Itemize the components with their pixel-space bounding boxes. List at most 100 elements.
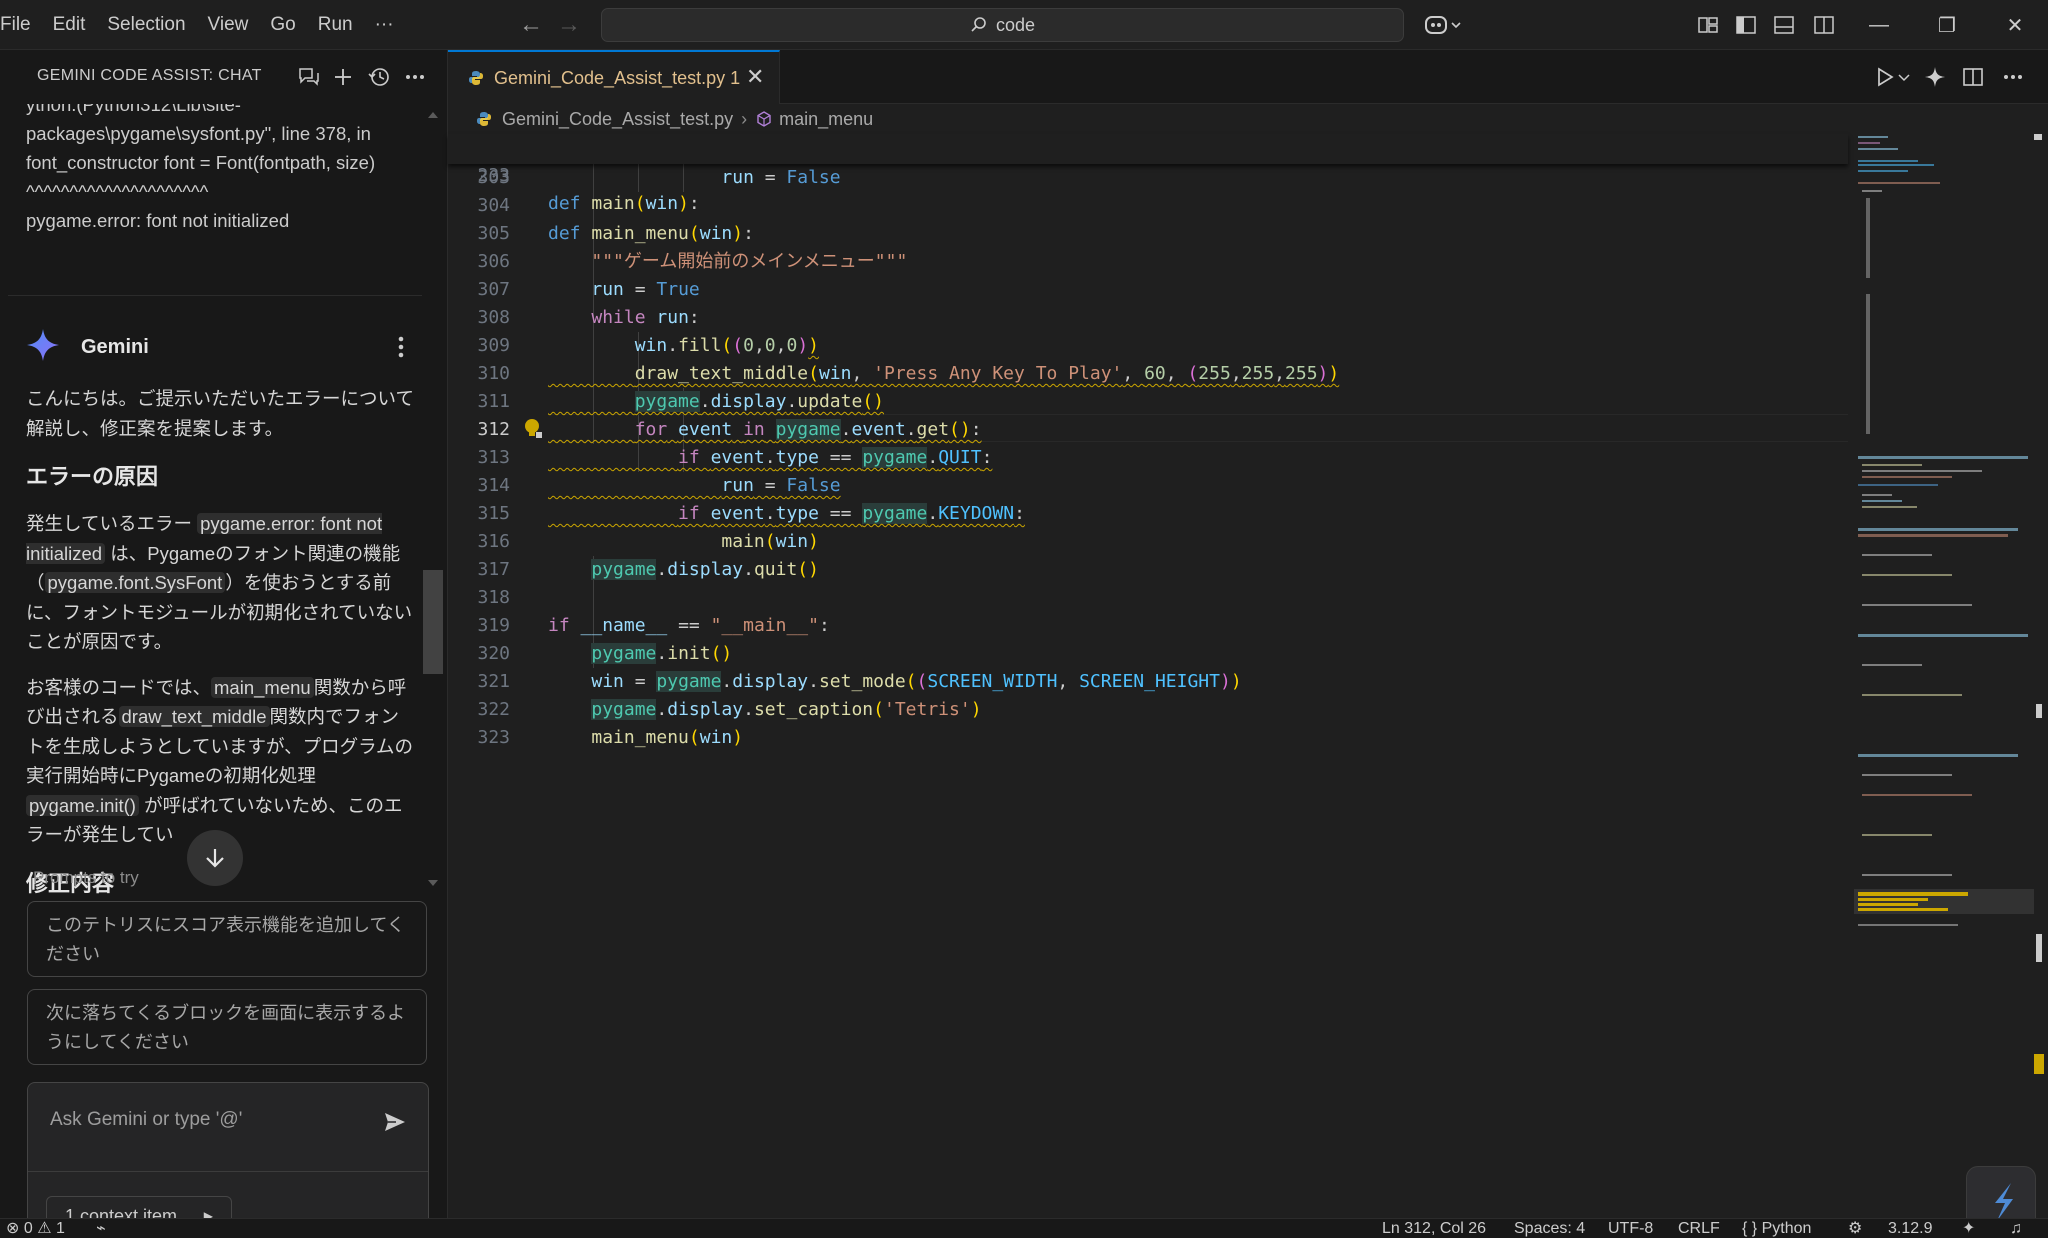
tab-problem-count: 1 <box>730 68 741 88</box>
search-icon <box>971 17 986 32</box>
sticky-scroll-header[interactable]: 233 def main(win): <box>448 134 1848 214</box>
toggle-secondary-sidebar-icon[interactable] <box>1812 13 1836 37</box>
scroll-down-icon[interactable] <box>427 878 439 888</box>
chat-transcript[interactable]: ython.(Python312\Lib\site- packages\pyga… <box>8 104 422 894</box>
language-mode[interactable]: { } Python <box>1742 1219 1811 1238</box>
command-center[interactable]: code <box>601 8 1404 42</box>
chevron-down-icon[interactable] <box>1897 64 1911 90</box>
tab-title: Gemini_Code_Assist_test.py 1 <box>494 68 740 89</box>
editor-scrollbar[interactable] <box>2030 134 2044 1084</box>
problems-indicator[interactable]: ⊗ 0 ⚠ 1 <box>6 1219 65 1238</box>
chat-scroll-thumb[interactable] <box>423 570 443 674</box>
scroll-marker <box>2036 934 2042 962</box>
suggested-prompt[interactable]: 次に落ちてくるブロックを画面に表示するようにしてください <box>27 989 427 1065</box>
minimap[interactable] <box>1854 134 2034 1084</box>
line-code: run = False <box>721 475 841 496</box>
breadcrumb-symbol[interactable]: main_menu <box>779 109 873 130</box>
line-number: 317 <box>477 559 510 580</box>
scroll-up-icon[interactable] <box>427 110 439 120</box>
menu-bar: File Edit Selection View Go Run ··· <box>0 0 405 50</box>
line-number: 315 <box>477 503 510 524</box>
scroll-marker <box>2034 1054 2044 1074</box>
line-code: pygame.init() <box>591 643 733 664</box>
line-code: def main_menu(win): <box>548 223 754 244</box>
code-line: 233 def main(win): <box>448 134 1848 214</box>
split-editor-icon[interactable] <box>1960 64 1986 90</box>
encoding[interactable]: UTF-8 <box>1608 1219 1653 1238</box>
error-line: packages\pygame\sysfont.py", line 378, i… <box>26 123 371 144</box>
breadcrumb-file[interactable]: Gemini_Code_Assist_test.py <box>502 109 733 130</box>
warning-count: 1 <box>56 1220 65 1237</box>
gemini-chat-panel: GEMINI CODE ASSIST: CHAT ython.(Python31… <box>0 50 448 1238</box>
scroll-to-bottom-button[interactable] <box>187 830 243 886</box>
line-number: 322 <box>477 699 510 720</box>
line-number: 310 <box>477 363 510 384</box>
kebab-menu-icon[interactable] <box>391 334 411 360</box>
forward-arrow-icon[interactable]: → <box>556 12 582 38</box>
code-line: 303 run = False <box>448 164 1848 192</box>
customize-layout-icon[interactable] <box>1696 13 1720 37</box>
notifications-bell-icon[interactable]: ♫ <box>2010 1219 2022 1238</box>
status-bar: ⊗ 0 ⚠ 1 ⌁ Ln 312, Col 26 Spaces: 4 UTF-8… <box>0 1218 2048 1238</box>
sparkle-icon[interactable] <box>1922 64 1948 90</box>
history-icon[interactable] <box>366 64 392 90</box>
ports-icon[interactable]: ⌁ <box>96 1219 106 1238</box>
menu-go[interactable]: Go <box>259 0 306 50</box>
code-line: 314 run = False <box>448 472 1848 500</box>
text-run: お客様のコードでは、 <box>26 676 212 698</box>
back-arrow-icon[interactable]: ← <box>518 12 544 38</box>
menu-edit[interactable]: Edit <box>42 0 97 50</box>
inline-code: main_menu <box>211 676 314 698</box>
code-line: 313 if event.type == pygame.QUIT: <box>448 444 1848 472</box>
response-intro: こんにちは。ご提示いただいたエラーについて解説し、修正案を提案します。 <box>26 388 414 439</box>
sparkle-icon[interactable]: ✦ <box>1962 1219 1975 1238</box>
code-line: 306 """ゲーム開始前のメインメニュー""" <box>448 248 1848 276</box>
gear-icon[interactable]: ⚙ <box>1848 1219 1862 1238</box>
chat-input[interactable]: Ask Gemini or type '@' <box>50 1109 242 1131</box>
code-line: 309 win.fill((0,0,0)) <box>448 332 1848 360</box>
line-ending[interactable]: CRLF <box>1678 1219 1720 1238</box>
python-file-icon <box>477 112 491 126</box>
play-icon[interactable] <box>1872 64 1898 90</box>
line-number: 313 <box>477 447 510 468</box>
chat-panel-header: GEMINI CODE ASSIST: CHAT <box>0 50 448 104</box>
cursor-position[interactable]: Ln 312, Col 26 <box>1382 1219 1486 1238</box>
scroll-marker <box>2036 704 2042 718</box>
close-tab-icon[interactable]: ✕ <box>746 64 764 90</box>
copilot-icon[interactable] <box>1424 13 1464 37</box>
ellipsis-icon[interactable] <box>402 64 428 90</box>
chat-scrollbar[interactable] <box>423 104 443 894</box>
line-code: draw_text_middle(win, 'Press Any Key To … <box>634 363 1340 384</box>
chat-icon[interactable] <box>295 64 321 90</box>
chat-panel-title: GEMINI CODE ASSIST: CHAT <box>37 67 262 84</box>
menu-run[interactable]: Run <box>307 0 364 50</box>
code-editor[interactable]: 233 def main(win): 303 run = False 304 3… <box>448 134 1848 1218</box>
indentation[interactable]: Spaces: 4 <box>1514 1219 1585 1238</box>
plus-icon[interactable] <box>330 64 356 90</box>
close-window-button[interactable]: ✕ <box>1982 0 2048 50</box>
python-version[interactable]: 3.12.9 <box>1888 1219 1932 1238</box>
line-code: if event.type == pygame.QUIT: <box>678 447 993 468</box>
toggle-panel-icon[interactable] <box>1772 13 1796 37</box>
restore-button[interactable]: ❐ <box>1914 0 1980 50</box>
code-line: 319 if __name__ == "__main__": <box>448 612 1848 640</box>
line-number: 311 <box>477 391 510 412</box>
method-icon <box>757 111 771 127</box>
editor-tab-active[interactable]: Gemini_Code_Assist_test.py 1 ✕ <box>448 50 780 104</box>
menu-file[interactable]: File <box>0 0 42 50</box>
breadcrumb: Gemini_Code_Assist_test.py › main_menu <box>448 104 1848 134</box>
menu-selection[interactable]: Selection <box>96 0 196 50</box>
menu-more[interactable]: ··· <box>364 0 405 50</box>
code-line: 315 if event.type == pygame.KEYDOWN: <box>448 500 1848 528</box>
suggested-prompt[interactable]: このテトリスにスコア表示機能を追加してください <box>27 901 427 977</box>
minimize-button[interactable]: — <box>1846 0 1912 50</box>
chat-input-box[interactable]: Ask Gemini or type '@' 1 context item ▶ <box>27 1082 429 1238</box>
user-error-message: ython.(Python312\Lib\site- packages\pyga… <box>8 104 422 296</box>
line-code: pygame.display.update() <box>634 391 884 412</box>
line-number: 319 <box>477 615 510 636</box>
ellipsis-icon[interactable] <box>2000 64 2026 90</box>
send-icon[interactable] <box>382 1109 408 1135</box>
code-line: 310 draw_text_middle(win, 'Press Any Key… <box>448 360 1848 388</box>
toggle-primary-sidebar-icon[interactable] <box>1734 13 1758 37</box>
menu-view[interactable]: View <box>197 0 260 50</box>
